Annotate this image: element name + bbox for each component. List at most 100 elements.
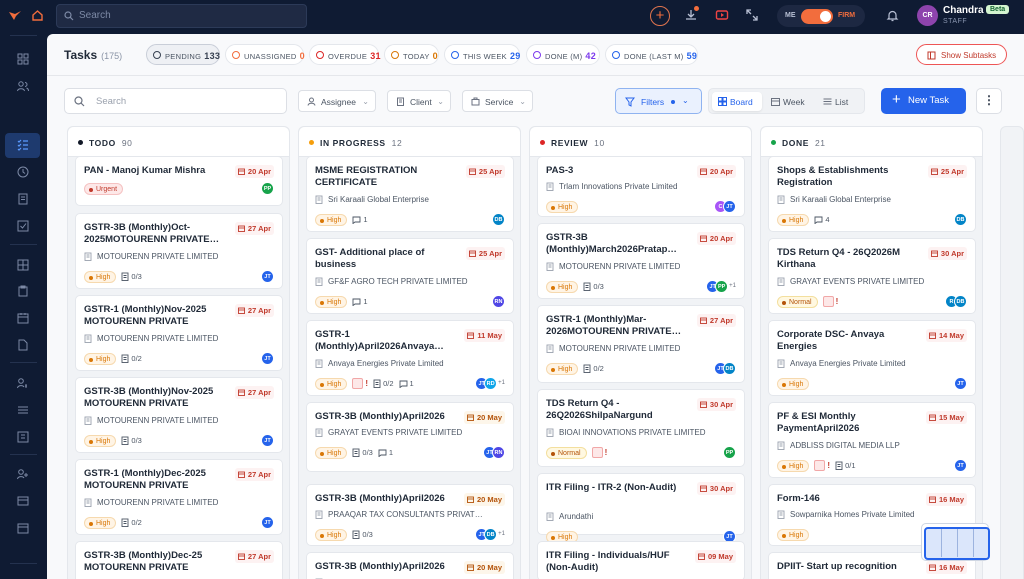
client-name[interactable]: Anvaya Energies Private Limited [777, 359, 945, 368]
task-title[interactable]: TDS Return Q4 - 26Q2026M Kirthana [777, 247, 919, 271]
assignee-avatars[interactable]: JT DB +1 [475, 528, 505, 541]
client-name[interactable]: MOTOURENN PRIVATE LIMITED [546, 262, 714, 271]
checkbox-icon[interactable] [16, 219, 30, 233]
assignee-avatar[interactable]: DB [492, 213, 505, 226]
task-card[interactable]: MSME REGISTRATION CERTIFICATE 25 Apr Sri K… [306, 156, 514, 232]
client-name[interactable]: ADBLISS DIGITAL MEDIA LLP [777, 441, 945, 450]
task-title[interactable]: DPIIT- Start up recognition [777, 561, 919, 573]
calendar-icon[interactable] [16, 521, 30, 535]
task-card[interactable]: GSTR-1 (Monthly)Nov-2025 MOTOURENN PRIVA… [75, 295, 283, 371]
task-card[interactable]: PAN - Manoj Kumar Mishra 20 Apr Urgent PP [75, 156, 283, 206]
board-minimap[interactable] [921, 523, 990, 561]
client-name[interactable]: MOTOURENN PRIVATE LIMITED [84, 498, 252, 507]
users-icon[interactable] [16, 79, 30, 93]
ledger-icon[interactable] [16, 430, 30, 444]
task-card[interactable]: GSTR-1 (Monthly)Mar-2026MOTOURENN PRIVAT… [537, 305, 745, 383]
task-title[interactable]: GSTR-3B (Monthly)April2026 [315, 561, 457, 573]
assignee-avatar[interactable]: DB [954, 295, 967, 308]
task-title[interactable]: GSTR-1 (Monthly)Nov-2025 MOTOURENN PRIVA… [84, 304, 226, 328]
client-name[interactable]: MOTOURENN PRIVATE LIMITED [546, 344, 714, 353]
assignee-avatar[interactable]: DB [484, 528, 498, 541]
assignee-avatars[interactable]: C JT [714, 200, 736, 213]
client-name[interactable]: GRAYAT EVENTS PRIVATE LIMITED [777, 277, 945, 286]
task-title[interactable]: Shops & Establishments Registration [777, 165, 919, 189]
task-card[interactable]: ITR Filing - Individuals/HUF (Non-Audit)… [537, 541, 745, 579]
task-title[interactable]: ITR Filing - Individuals/HUF (Non-Audit) [546, 550, 688, 574]
status-chip-overdue[interactable]: OVERDUE 31 [309, 44, 381, 65]
assignee-avatars[interactable]: JT [261, 434, 274, 447]
task-card[interactable]: GSTR-1 (Monthly)April2026Anvaya… 11 May An… [306, 320, 514, 396]
document-icon[interactable] [16, 192, 30, 206]
assignee-avatars[interactable]: JT [954, 377, 967, 390]
task-title[interactable]: GSTR-3B (Monthly)Nov-2025 MOTOURENN PRIV… [84, 386, 226, 410]
new-task-button[interactable]: + New Task [881, 88, 966, 114]
task-card[interactable]: GSTR-3B (Monthly)Nov-2025 MOTOURENN PRIV… [75, 377, 283, 453]
clipboard-icon[interactable] [16, 284, 30, 298]
task-card[interactable]: PAS-3 20 Apr Trlam Innovations Private Lim… [537, 156, 745, 217]
assignee-avatars[interactable]: JT RN [483, 446, 505, 459]
global-search-input[interactable]: Search [56, 4, 307, 28]
task-title[interactable]: Corporate DSC- Anvaya Energies [777, 329, 919, 353]
view-list-button[interactable]: List [817, 92, 861, 111]
view-week-button[interactable]: Week [765, 92, 813, 111]
assignee-avatar[interactable]: PP [723, 446, 736, 459]
assignee-avatar[interactable]: RN [492, 446, 505, 459]
assignee-avatars[interactable]: JT [261, 352, 274, 365]
expand-icon[interactable] [745, 8, 759, 22]
client-name[interactable]: MOTOURENN PRIVATE LIMITED [84, 334, 252, 343]
assignee-avatar[interactable]: RN [492, 295, 505, 308]
assignee-dropdown[interactable]: Assignee ⌄ [298, 90, 376, 112]
user-key-icon[interactable] [16, 376, 30, 390]
assignee-avatars[interactable]: JT PP +1 [706, 280, 736, 293]
client-name[interactable]: Anvaya Energies Private Limited [315, 359, 483, 368]
task-title[interactable]: GSTR-1 (Monthly)Mar-2026MOTOURENN PRIVAT… [546, 314, 688, 338]
user-avatar[interactable]: CR [917, 5, 938, 26]
scope-toggle[interactable]: ME FIRM [777, 5, 865, 27]
task-title[interactable]: ITR Filing - ITR-2 (Non-Audit) [546, 482, 688, 494]
task-title[interactable]: GSTR-3B (Monthly)April2026 [315, 411, 457, 423]
assignee-avatar[interactable]: DB [723, 362, 736, 375]
file-icon[interactable] [16, 338, 30, 352]
assignee-avatar[interactable]: JT [954, 459, 967, 472]
assignee-avatars[interactable]: JT [261, 516, 274, 529]
status-chip-today[interactable]: TODAY 0 [384, 44, 439, 65]
assignee-avatars[interactable]: JT [261, 270, 274, 283]
assignee-avatars[interactable]: JT RD +1 [475, 377, 505, 390]
assignee-avatar[interactable]: JT [261, 516, 274, 529]
task-title[interactable]: PAS-3 [546, 165, 688, 177]
app-logo-icon[interactable] [8, 9, 22, 23]
user-name[interactable]: Chandra [943, 5, 984, 16]
task-title[interactable]: MSME REGISTRATION CERTIFICATE [315, 165, 457, 189]
task-card[interactable]: PF & ESI Monthly PaymentApril2026 15 May A… [768, 402, 976, 478]
task-card[interactable]: Shops & Establishments Registration 25 Ap… [768, 156, 976, 232]
status-chip-done-last-m[interactable]: DONE (LAST M) 59 [605, 44, 698, 65]
task-card[interactable]: ITR Filing - ITR-2 (Non-Audit) 30 Apr Arun… [537, 473, 745, 543]
client-name[interactable]: GRAYAT EVENTS PRIVATE LIMITED [315, 428, 483, 437]
assignee-avatar[interactable]: PP [261, 182, 274, 195]
dashboard-icon[interactable] [16, 52, 30, 66]
filters-button[interactable]: Filters ⌄ [615, 88, 702, 114]
client-name[interactable]: Sri Karaali Global Enterprise [315, 195, 483, 204]
client-name[interactable]: Trlam Innovations Private Limited [546, 182, 714, 191]
client-name[interactable]: Sri Karaali Global Enterprise [777, 195, 945, 204]
task-card[interactable]: GSTR-3B (Monthly)April2026 20 May PRAAQAR … [306, 484, 514, 546]
assignee-avatar[interactable]: RD [484, 377, 498, 390]
task-card[interactable]: GSTR-3B (Monthly)April202620 MayFrubling… [306, 552, 514, 579]
assignee-avatars[interactable]: DB [954, 213, 967, 226]
client-name[interactable]: MOTOURENN PRIVATE LIMITED [84, 252, 252, 261]
home-icon[interactable] [31, 9, 44, 22]
list-icon[interactable] [16, 403, 30, 417]
bell-icon[interactable] [886, 9, 899, 22]
client-name[interactable]: GF&F AGRO TECH PRIVATE LIMITED [315, 277, 483, 286]
assignee-avatar[interactable]: PP [715, 280, 729, 293]
task-title[interactable]: GSTR-3B (Monthly)Oct-2025MOTOURENN PRIVA… [84, 222, 226, 246]
task-card[interactable]: GSTR-3B (Monthly)April2026 20 May GRAYAT E… [306, 402, 514, 472]
task-card[interactable]: GST- Additional place of business 25 Apr G… [306, 238, 514, 314]
client-name[interactable]: Arundathi [546, 512, 714, 521]
client-name[interactable]: MOTOURENN PRIVATE LIMITED [84, 416, 252, 425]
service-dropdown[interactable]: Service ⌄ [462, 90, 533, 112]
quick-add-button[interactable]: + [650, 6, 670, 26]
assignee-avatars[interactable]: R DB [945, 295, 967, 308]
task-card[interactable]: TDS Return Q4 - 26Q2026ShilpaNargund 30 A… [537, 389, 745, 467]
show-subtasks-button[interactable]: Show Subtasks [916, 44, 1007, 65]
